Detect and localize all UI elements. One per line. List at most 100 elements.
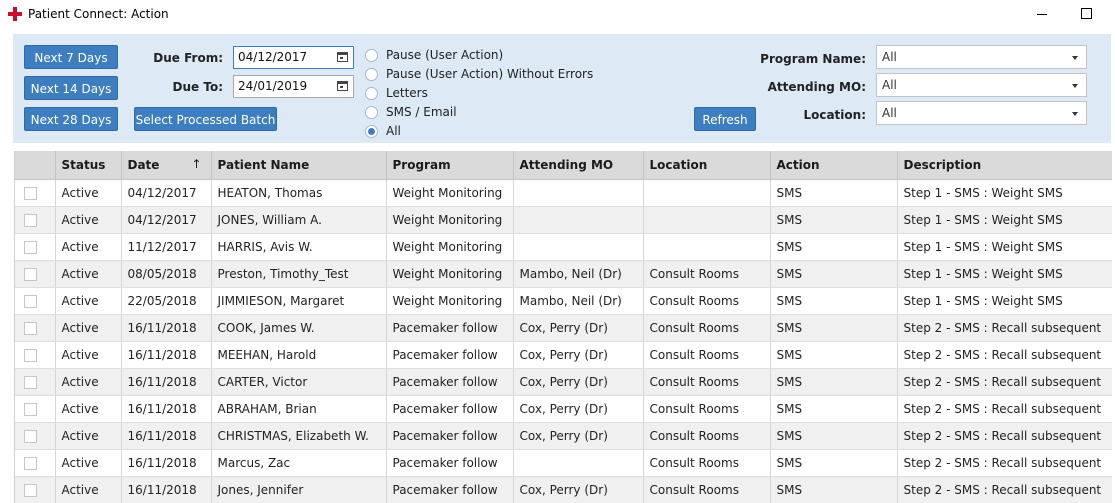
cell-action: SMS (770, 422, 898, 450)
cell-date: 08/05/2018 (121, 260, 212, 288)
cell-status: Active (55, 476, 122, 503)
column-header-action[interactable]: Action (770, 151, 898, 180)
row-checkbox[interactable] (24, 295, 37, 308)
chevron-down-icon (1072, 56, 1078, 60)
refresh-button[interactable]: Refresh (694, 107, 756, 131)
cell-attending-mo (513, 449, 644, 477)
cell-program: Pacemaker follow (386, 449, 514, 477)
cell-program: Weight Monitoring (386, 233, 514, 261)
attending-mo-label: Attending MO: (767, 80, 866, 94)
cell-location (643, 233, 771, 261)
cell-status: Active (55, 206, 122, 234)
cell-attending-mo: Cox, Perry (Dr) (513, 341, 644, 369)
due-from-date-field[interactable]: 04/12/2017 (233, 46, 354, 69)
cell-date: 16/11/2018 (121, 449, 212, 477)
cell-description: Step 1 - SMS : Weight SMS (897, 179, 1112, 207)
next-14-days-button[interactable]: Next 14 Days (24, 76, 118, 100)
table-row[interactable]: Active 22/05/2018 JIMMIESON, Margaret Weigh… (15, 287, 1112, 315)
cell-program: Weight Monitoring (386, 179, 514, 207)
program-name-select[interactable]: All (876, 45, 1087, 69)
cell-status: Active (55, 368, 122, 396)
calendar-icon[interactable] (337, 52, 348, 62)
table-row[interactable]: Active 04/12/2017 JONES, William A. Weight … (15, 206, 1112, 234)
program-name-value: All (882, 50, 897, 64)
table-row[interactable]: Active 16/11/2018 MEEHAN, Harold Pacemaker … (15, 341, 1112, 369)
table-row[interactable]: Active 16/11/2018 Jones, Jennifer Pacemaker… (15, 476, 1112, 503)
row-select-cell (15, 368, 56, 396)
row-checkbox[interactable] (24, 457, 37, 470)
calendar-icon[interactable] (337, 81, 348, 91)
row-checkbox[interactable] (24, 187, 37, 200)
maximize-icon[interactable] (1081, 8, 1092, 19)
cell-patient-name: Preston, Timothy_Test (211, 260, 387, 288)
table-row[interactable]: Active 16/11/2018 COOK, James W. Pacemaker … (15, 314, 1112, 342)
table-row[interactable]: Active 16/11/2018 Marcus, Zac Pacemaker fol… (15, 449, 1112, 477)
column-header-description[interactable]: Description (897, 151, 1112, 180)
attending-mo-select[interactable]: All (876, 73, 1087, 97)
cell-description: Step 2 - SMS : Recall subsequent (897, 368, 1112, 396)
cell-location: Consult Rooms (643, 395, 771, 423)
cell-patient-name: Marcus, Zac (211, 449, 387, 477)
cell-description: Step 2 - SMS : Recall subsequent (897, 476, 1112, 503)
row-checkbox[interactable] (24, 268, 37, 281)
cell-attending-mo: Cox, Perry (Dr) (513, 395, 644, 423)
cell-action: SMS (770, 449, 898, 477)
due-from-label: Due From: (153, 51, 223, 65)
radio-button[interactable] (365, 106, 378, 119)
cell-date: 04/12/2017 (121, 206, 212, 234)
radio-button[interactable] (365, 87, 378, 100)
row-checkbox[interactable] (24, 322, 37, 335)
column-header-patient-name[interactable]: Patient Name (211, 151, 387, 180)
cell-attending-mo: Cox, Perry (Dr) (513, 368, 644, 396)
table-row[interactable]: Active 04/12/2017 HEATON, Thomas Weight Mon… (15, 179, 1112, 207)
cell-location: Consult Rooms (643, 476, 771, 503)
chevron-down-icon (1072, 112, 1078, 116)
cell-patient-name: CHRISTMAS, Elizabeth W. (211, 422, 387, 450)
row-checkbox[interactable] (24, 484, 37, 497)
column-header-program[interactable]: Program (386, 151, 514, 180)
location-select[interactable]: All (876, 101, 1087, 125)
cell-date: 22/05/2018 (121, 287, 212, 315)
column-header-select[interactable] (15, 151, 56, 180)
table-row[interactable]: Active 16/11/2018 CARTER, Victor Pacemaker … (15, 368, 1112, 396)
radio-button[interactable] (365, 68, 378, 81)
cell-attending-mo: Mambo, Neil (Dr) (513, 287, 644, 315)
minimize-icon[interactable] (1036, 4, 1050, 24)
cell-status: Active (55, 260, 122, 288)
table-row[interactable]: Active 08/05/2018 Preston, Timothy_Test Wei… (15, 260, 1112, 288)
cell-description: Step 1 - SMS : Weight SMS (897, 206, 1112, 234)
table-row[interactable]: Active 11/12/2017 HARRIS, Avis W. Weight Mo… (15, 233, 1112, 261)
cell-program: Pacemaker follow (386, 341, 514, 369)
column-header-attending-mo[interactable]: Attending MO (513, 151, 644, 180)
column-header-status[interactable]: Status (55, 151, 122, 180)
due-to-date-field[interactable]: 24/01/2019 (233, 75, 354, 98)
cell-location: Consult Rooms (643, 341, 771, 369)
row-checkbox[interactable] (24, 376, 37, 389)
table-row[interactable]: Active 16/11/2018 ABRAHAM, Brian Pacemaker … (15, 395, 1112, 423)
cell-date: 16/11/2018 (121, 314, 212, 342)
row-checkbox[interactable] (24, 214, 37, 227)
row-select-cell (15, 179, 56, 207)
cell-date: 11/12/2017 (121, 233, 212, 261)
radio-label: Letters (386, 86, 428, 100)
cell-date: 16/11/2018 (121, 422, 212, 450)
cell-attending-mo (513, 179, 644, 207)
column-header-location[interactable]: Location (643, 151, 771, 180)
column-header-date[interactable]: Date ↑ (121, 151, 212, 180)
next-7-days-button[interactable]: Next 7 Days (24, 45, 118, 69)
row-select-cell (15, 287, 56, 315)
radio-button-selected[interactable] (365, 125, 378, 138)
cell-location: Consult Rooms (643, 260, 771, 288)
row-checkbox[interactable] (24, 349, 37, 362)
row-checkbox[interactable] (24, 430, 37, 443)
cell-program: Pacemaker follow (386, 422, 514, 450)
table-row[interactable]: Active 16/11/2018 CHRISTMAS, Elizabeth W. P… (15, 422, 1112, 450)
row-checkbox[interactable] (24, 241, 37, 254)
cell-status: Active (55, 395, 122, 423)
cell-location (643, 206, 771, 234)
cell-status: Active (55, 314, 122, 342)
select-processed-batch-button[interactable]: Select Processed Batch (134, 107, 277, 131)
radio-button[interactable] (365, 49, 378, 62)
row-checkbox[interactable] (24, 403, 37, 416)
next-28-days-button[interactable]: Next 28 Days (24, 107, 118, 131)
